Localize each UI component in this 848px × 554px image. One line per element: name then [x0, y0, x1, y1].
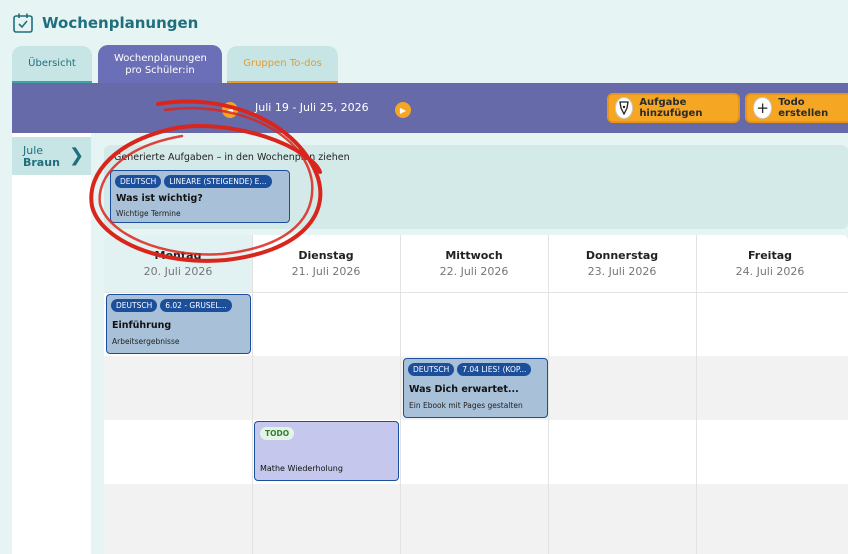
- todo-title: Mathe Wiederholung: [260, 464, 343, 473]
- day-date-thursday: 23. Juli 2026: [587, 265, 657, 278]
- app-header: Wochenplanungen: [12, 12, 198, 34]
- student-last-name: Braun: [23, 156, 60, 169]
- todo-card[interactable]: TODO Mathe Wiederholung: [254, 421, 399, 481]
- today-column-header: [104, 235, 252, 292]
- todo-tag: TODO: [260, 427, 295, 440]
- card-tags: DEUTSCH 6.02 - GRUSEL...: [111, 299, 232, 312]
- tab-weekly-per-student[interactable]: Wochenplanungen pro Schüler:in: [98, 45, 222, 85]
- topic-tag: 7.04 LIES! (KOP...: [457, 363, 532, 376]
- divider: [696, 235, 697, 554]
- generated-tasks-panel: Generierte Aufgaben – in den Wochenplan …: [104, 145, 848, 229]
- card-title: Was Dich erwartet...: [409, 384, 519, 395]
- chevron-right-icon: ❯: [69, 145, 85, 166]
- student-list: Jule Braun ❯: [12, 133, 91, 554]
- week-range: Juli 19 - Juli 25, 2026: [255, 101, 369, 114]
- tab-label: Gruppen To-dos: [243, 57, 322, 69]
- calendar-row: [104, 484, 848, 554]
- pen-nib-icon: [615, 97, 634, 119]
- tab-label: Übersicht: [28, 57, 76, 69]
- calendar-check-icon: [13, 13, 33, 33]
- card-subtitle: Wichtige Termine: [116, 209, 181, 218]
- day-name-wednesday: Mittwoch: [445, 249, 503, 262]
- topic-tag: 6.02 - GRUSEL...: [160, 299, 232, 312]
- day-date-wednesday: 22. Juli 2026: [439, 265, 509, 278]
- subject-tag: DEUTSCH: [115, 175, 162, 188]
- day-date-monday: 20. Juli 2026: [143, 265, 213, 278]
- page-title: Wochenplanungen: [42, 14, 199, 32]
- card-tags: DEUTSCH LINEARE (STEIGENDE) E...: [115, 175, 272, 188]
- subject-tag: DEUTSCH: [408, 363, 455, 376]
- next-week-button[interactable]: ▶: [395, 102, 411, 118]
- tab-overview[interactable]: Übersicht: [12, 46, 92, 84]
- week-calendar: Montag 20. Juli 2026 Dienstag 21. Juli 2…: [104, 235, 848, 554]
- generated-task-card[interactable]: DEUTSCH LINEARE (STEIGENDE) E... Was ist…: [110, 170, 290, 223]
- divider: [104, 292, 848, 293]
- divider: [252, 235, 253, 554]
- day-name-tuesday: Dienstag: [298, 249, 354, 262]
- chevron-left-icon: ◀: [226, 105, 234, 115]
- day-name-friday: Freitag: [747, 249, 793, 262]
- chevron-right-icon: ▶: [399, 105, 407, 115]
- add-task-button[interactable]: Aufgabe hinzufügen: [607, 93, 740, 123]
- previous-week-button[interactable]: ◀: [222, 102, 238, 118]
- subject-tag: DEUTSCH: [111, 299, 158, 312]
- day-date-tuesday: 21. Juli 2026: [291, 265, 361, 278]
- card-title: Einführung: [112, 320, 172, 331]
- create-todo-label: Todo erstellen: [778, 97, 829, 119]
- card-subtitle: Ein Ebook mit Pages gestalten: [409, 401, 523, 410]
- generated-tasks-title: Generierte Aufgaben – in den Wochenplan …: [114, 152, 350, 163]
- card-tags: DEUTSCH 7.04 LIES! (KOP...: [408, 363, 532, 376]
- task-card[interactable]: DEUTSCH 6.02 - GRUSEL... Einführung Arbe…: [106, 294, 251, 354]
- card-title: Was ist wichtig?: [116, 193, 203, 204]
- week-toolbar: ◀ Juli 19 - Juli 25, 2026 ▶ Aufgabe hinz…: [12, 83, 848, 133]
- student-item[interactable]: Jule Braun ❯: [12, 137, 91, 175]
- plus-icon: +: [753, 97, 773, 119]
- divider: [548, 235, 549, 554]
- day-date-friday: 24. Juli 2026: [735, 265, 805, 278]
- tab-label: Wochenplanungen pro Schüler:in: [114, 53, 207, 76]
- divider: [400, 235, 401, 554]
- day-name-thursday: Donnerstag: [585, 249, 659, 262]
- student-name: Jule Braun: [23, 145, 60, 169]
- tab-group-todos[interactable]: Gruppen To-dos: [227, 46, 338, 84]
- card-subtitle: Arbeitsergebnisse: [112, 337, 180, 346]
- add-task-label: Aufgabe hinzufügen: [639, 97, 703, 119]
- topic-tag: LINEARE (STEIGENDE) E...: [164, 175, 272, 188]
- day-name-monday: Montag: [154, 249, 202, 262]
- create-todo-button[interactable]: + Todo erstellen: [745, 93, 848, 123]
- task-card[interactable]: DEUTSCH 7.04 LIES! (KOP... Was Dich erwa…: [403, 358, 548, 418]
